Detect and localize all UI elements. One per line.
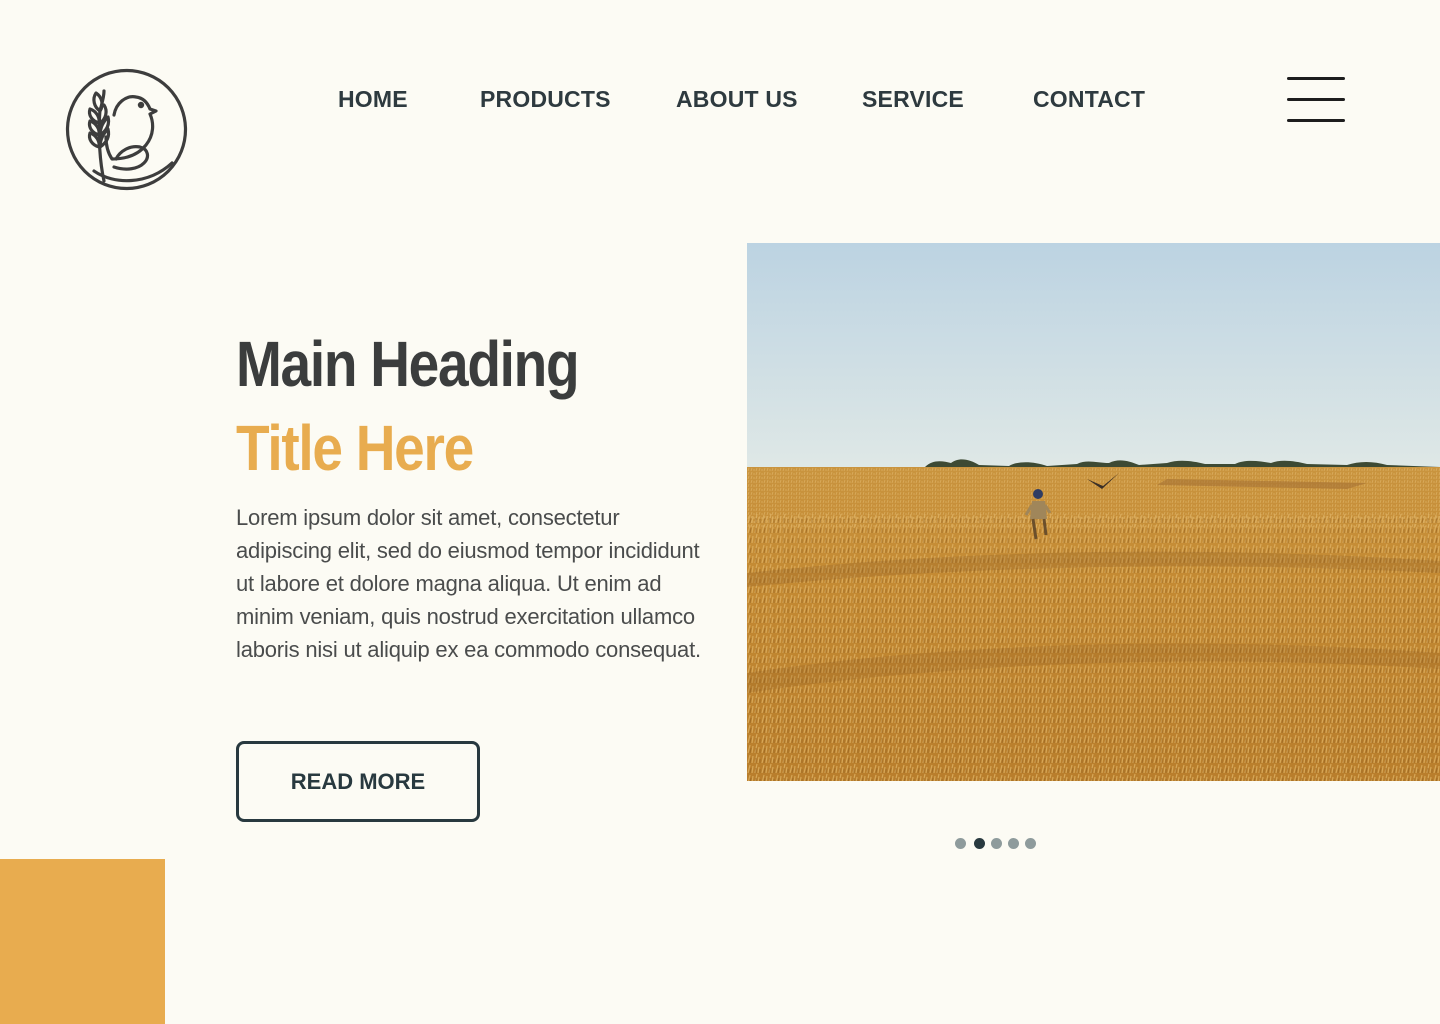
hero-heading-main: Main Heading	[236, 328, 580, 400]
menu-bar	[1287, 119, 1345, 122]
bird-wheat-logo-icon[interactable]	[64, 67, 189, 192]
hamburger-menu-icon[interactable]	[1284, 74, 1348, 126]
menu-bar	[1287, 98, 1345, 101]
slider-dot-active[interactable]	[974, 838, 985, 849]
slider-dot[interactable]	[991, 838, 1002, 849]
hero-image-wheat-field	[747, 243, 1440, 781]
slider-dot[interactable]	[1008, 838, 1019, 849]
nav-item-home[interactable]: HOME	[338, 86, 408, 113]
slider-dot[interactable]	[1025, 838, 1036, 849]
landing-page: HOME PRODUCTS ABOUT US SERVICE CONTACT M…	[0, 0, 1440, 1024]
nav-item-contact[interactable]: CONTACT	[1033, 86, 1145, 113]
nav-item-products[interactable]: PRODUCTS	[480, 86, 611, 113]
nav-item-about-us[interactable]: ABOUT US	[676, 86, 798, 113]
read-more-button[interactable]: READ MORE	[236, 741, 480, 822]
decorative-accent-block	[0, 859, 165, 1024]
hero-body-text: Lorem ipsum dolor sit amet, consectetur …	[236, 505, 701, 662]
hero-heading: Main Heading Title Here	[236, 322, 634, 490]
hero-heading-title: Title Here	[236, 412, 474, 484]
nav-item-service[interactable]: SERVICE	[862, 86, 964, 113]
slider-dot[interactable]	[955, 838, 966, 849]
menu-bar	[1287, 77, 1345, 80]
